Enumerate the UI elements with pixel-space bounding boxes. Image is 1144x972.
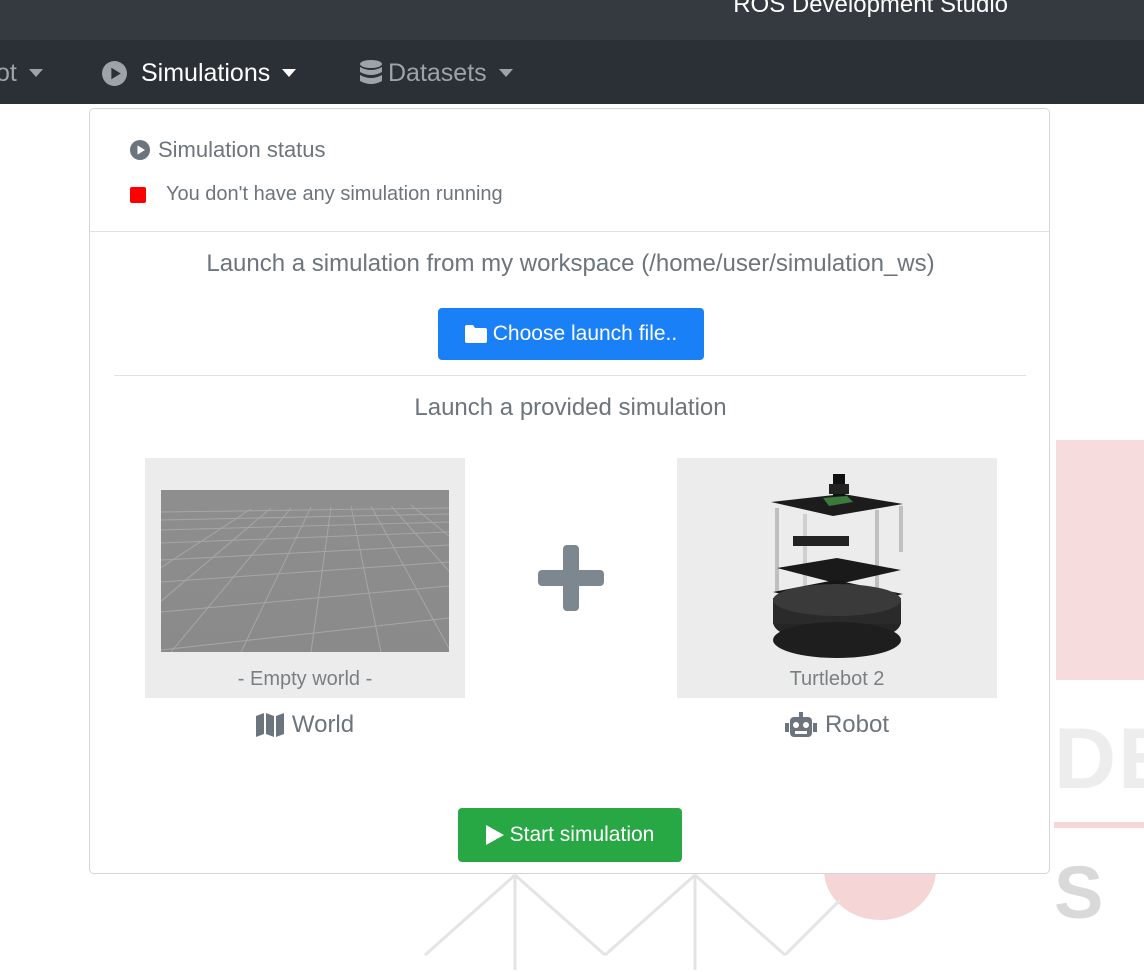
nav-item-robot[interactable]: ot [0,58,43,88]
start-simulation-label: Start simulation [509,823,655,846]
simulations-dropdown-panel: Simulation status You don't have any sim… [89,108,1050,874]
caret-down-icon [498,69,513,77]
simulation-status-line: You don't have any simulation running [130,183,503,206]
main-navbar: ot Simulations Datasets [0,40,1144,104]
divider [90,231,1049,232]
choose-launch-file-button[interactable]: Choose launch file.. [438,308,704,360]
nav-item-simulations[interactable]: Simulations [102,58,297,88]
caret-down-icon [282,69,297,77]
nav-item-label: Datasets [388,58,487,87]
status-indicator-icon [130,186,146,203]
watermark-lines [424,873,840,970]
robot-icon [784,712,817,737]
turtlebot-thumbnail [771,474,903,658]
play-circle-icon [130,140,150,160]
folder-icon [464,325,487,343]
robot-card[interactable]: Turtlebot 2 [677,458,997,698]
launch-provided-heading: Launch a provided simulation [414,394,727,421]
world-card[interactable]: - Empty world - [145,458,465,698]
robot-label-text: Robot [824,711,890,738]
caret-down-icon [28,69,43,77]
status-text: You don't have any simulation running [166,183,503,205]
map-icon [255,713,284,737]
robot-caption: Turtlebot 2 [789,668,885,690]
play-circle-icon [102,60,127,86]
launch-from-workspace-heading: Launch a simulation from my workspace (/… [206,250,935,277]
watermark-logo-block [1056,440,1144,680]
world-label: World [145,711,465,739]
world-thumbnail [161,490,449,652]
app-title: ROS Development Studio [733,0,1008,18]
watermark-line [1054,822,1144,828]
simulation-status-title: Simulation status [130,137,326,163]
start-simulation-button[interactable]: Start simulation [458,808,682,862]
divider [114,375,1026,376]
world-label-text: World [291,711,355,738]
watermark-letters: DE [1054,711,1144,807]
world-caption: - Empty world - [237,668,373,690]
watermark-s: S [1054,851,1104,934]
database-icon [360,60,382,86]
robot-label: Robot [677,711,997,739]
play-icon [485,825,504,845]
nav-item-label: ot [0,58,17,87]
nav-item-datasets[interactable]: Datasets [360,58,513,88]
title-bar: ROS Development Studio [0,0,1144,40]
status-title-text: Simulation status [158,137,326,162]
choose-launch-file-label: Choose launch file.. [492,322,678,345]
nav-item-label: Simulations [141,58,271,87]
plus-icon [538,545,604,611]
